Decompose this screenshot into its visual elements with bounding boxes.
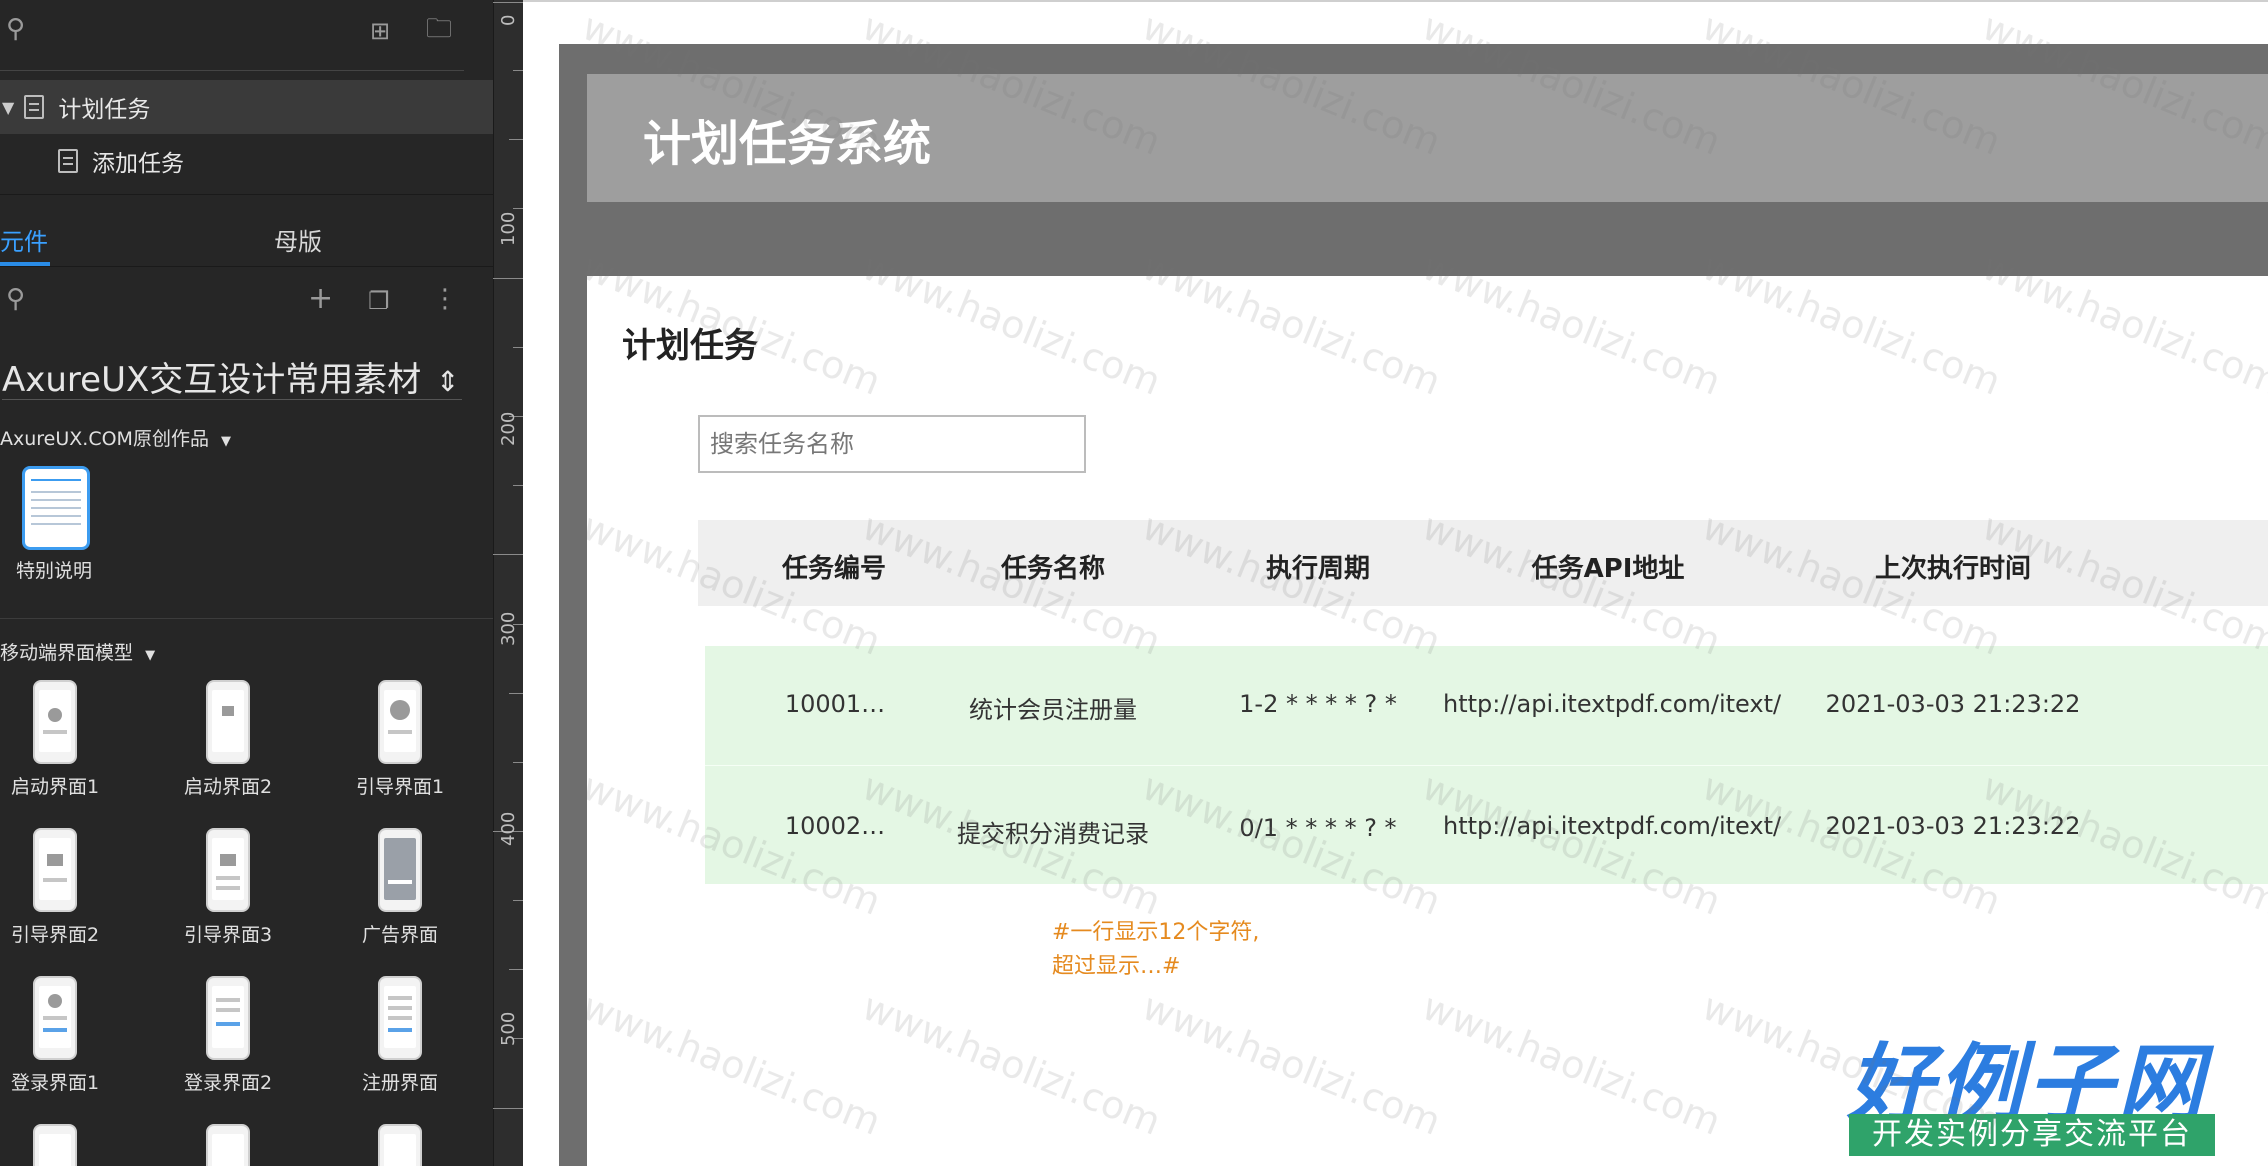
table-body: 10001… 统计会员注册量 1-2 * * * * ? * http://ap…: [705, 646, 2268, 884]
ruler-label: 100: [498, 211, 519, 246]
cell-api-url: http://api.itextpdf.com/itext/: [1443, 812, 1782, 840]
library-name: AxureUX交互设计常用素材: [2, 360, 422, 400]
phone-mockup-icon: [33, 976, 77, 1060]
table-header: 任务编号 任务名称 执行周期 任务API地址 上次执行时间: [698, 520, 2268, 606]
cell-api-url: http://api.itextpdf.com/itext/: [1443, 690, 1782, 718]
search-input[interactable]: [698, 415, 1086, 473]
cell-cycle: 0/1 * * * * ? *: [1239, 814, 1397, 842]
annotation-note: #一行显示12个字符, 超过显示…#: [1052, 916, 1259, 984]
page-label: 添加任务: [92, 151, 184, 177]
column-header-last-run: 上次执行时间: [1874, 554, 2031, 584]
table-row[interactable]: 10001… 统计会员注册量 1-2 * * * * ? * http://ap…: [705, 646, 2268, 765]
page-item-add-task[interactable]: 添加任务: [0, 134, 493, 188]
widget-login-screen-1[interactable]: 登录界面1: [0, 976, 140, 1095]
note-line: #一行显示12个字符,: [1052, 920, 1260, 945]
phone-mockup-icon: [378, 828, 422, 912]
phone-mockup-icon: [206, 976, 250, 1060]
section-header-original-works[interactable]: AxureUX.COM原创作品 ▼: [0, 424, 231, 451]
widget-partial[interactable]: [143, 1124, 313, 1166]
phone-mockup-icon: [378, 680, 422, 764]
widget-launch-screen-2[interactable]: 启动界面2: [143, 680, 313, 799]
column-header-task-id: 任务编号: [781, 554, 886, 584]
page-icon: [58, 149, 78, 173]
page-icon: [24, 95, 45, 119]
phone-mockup-icon: [378, 976, 422, 1060]
phone-mockup-icon: [33, 1124, 77, 1166]
updown-chevron-icon: ⇕: [436, 365, 460, 398]
phone-mockup-icon: [206, 680, 250, 764]
caret-down-icon[interactable]: ▼: [2, 98, 14, 117]
phone-mockup-icon: [378, 1124, 422, 1166]
ruler-label: 0: [498, 14, 519, 26]
note-line: 超过显示…#: [1052, 954, 1181, 979]
widget-register-screen[interactable]: 注册界面: [315, 976, 485, 1095]
widget-guide-screen-1[interactable]: 引导界面1: [315, 680, 485, 799]
more-options-icon[interactable]: ⋮: [432, 284, 458, 314]
cell-task-name: 统计会员注册量: [969, 696, 1137, 724]
phone-mockup-icon: [206, 1124, 250, 1166]
caret-down-icon: ▼: [221, 434, 231, 449]
widget-partial[interactable]: [0, 1124, 140, 1166]
special-notes-thumbnail[interactable]: [22, 466, 90, 550]
cell-last-run: 2021-03-03 21:23:22: [1825, 690, 2081, 718]
cell-cycle: 1-2 * * * * ? *: [1239, 690, 1397, 718]
page-label: 计划任务: [58, 97, 151, 123]
page-title: 计划任务: [622, 326, 758, 366]
cell-task-name: 提交积分消费记录: [957, 820, 1149, 848]
widget-launch-screen-1[interactable]: 启动界面1: [0, 680, 140, 799]
add-page-icon[interactable]: ⊞: [370, 16, 390, 46]
phone-mockup-icon: [33, 680, 77, 764]
ruler-label: 500: [498, 1011, 519, 1046]
main-content: 计划任务 任务编号 任务名称 执行周期 任务API地址 上次执行时间 10001…: [587, 276, 2268, 1166]
add-library-icon[interactable]: +: [308, 284, 333, 314]
cell-task-id: 10002…: [784, 812, 886, 840]
search-icon[interactable]: ⚲: [6, 14, 25, 44]
ruler-label: 200: [498, 411, 519, 446]
widget-ad-screen[interactable]: 广告界面: [315, 828, 485, 947]
vertical-ruler: 0 100 200 300 400 500: [493, 0, 523, 1166]
site-logo: 好例子网 开发实例分享交流平台: [1847, 1014, 2247, 1164]
column-header-api-url: 任务API地址: [1531, 554, 1685, 584]
cell-task-id: 10001…: [784, 690, 886, 718]
column-header-task-name: 任务名称: [1000, 554, 1105, 584]
ruler-label: 300: [498, 611, 519, 646]
tab-widgets[interactable]: 元件: [0, 222, 48, 257]
cell-last-run: 2021-03-03 21:23:22: [1825, 812, 2081, 840]
section-header-mobile-templates[interactable]: 移动端界面模型 ▼: [0, 638, 155, 665]
add-folder-icon[interactable]: 🗀: [426, 14, 452, 44]
ruler-label: 400: [498, 811, 519, 846]
app-header: 计划任务系统: [587, 74, 2268, 202]
tab-masters[interactable]: 母版: [274, 222, 322, 257]
page-item-plan-tasks[interactable]: ▼ 计划任务: [0, 80, 493, 134]
design-canvas[interactable]: 计划任务系统 计划任务 任务编号 任务名称 执行周期 任务API地址 上次执行时…: [523, 0, 2268, 1166]
library-dropdown[interactable]: AxureUX交互设计常用素材 ⇕: [2, 352, 462, 400]
column-header-cycle: 执行周期: [1265, 554, 1370, 584]
library-search-icon[interactable]: ⚲: [6, 284, 25, 314]
widget-label: 特别说明: [16, 560, 93, 582]
logo-subtitle: 开发实例分享交流平台: [1849, 1114, 2215, 1156]
app-title: 计划任务系统: [643, 116, 932, 172]
left-panel: ⚲ ⊞ 🗀 ▼ 计划任务 添加任务 元件 母版 ⚲ + ❐ ⋮ AxureUX交…: [0, 0, 493, 1166]
widget-login-screen-2[interactable]: 登录界面2: [143, 976, 313, 1095]
page-frame: 计划任务系统 计划任务 任务编号 任务名称 执行周期 任务API地址 上次执行时…: [559, 44, 2268, 1166]
phone-mockup-icon: [206, 828, 250, 912]
caret-down-icon: ▼: [145, 648, 156, 663]
widget-partial[interactable]: [315, 1124, 485, 1166]
widget-guide-screen-3[interactable]: 引导界面3: [143, 828, 313, 947]
table-row[interactable]: 10002… 提交积分消费记录 0/1 * * * * ? * http://a…: [705, 765, 2268, 884]
phone-mockup-icon: [33, 828, 77, 912]
library-copy-icon[interactable]: ❐: [368, 286, 390, 316]
widget-guide-screen-2[interactable]: 引导界面2: [0, 828, 140, 947]
